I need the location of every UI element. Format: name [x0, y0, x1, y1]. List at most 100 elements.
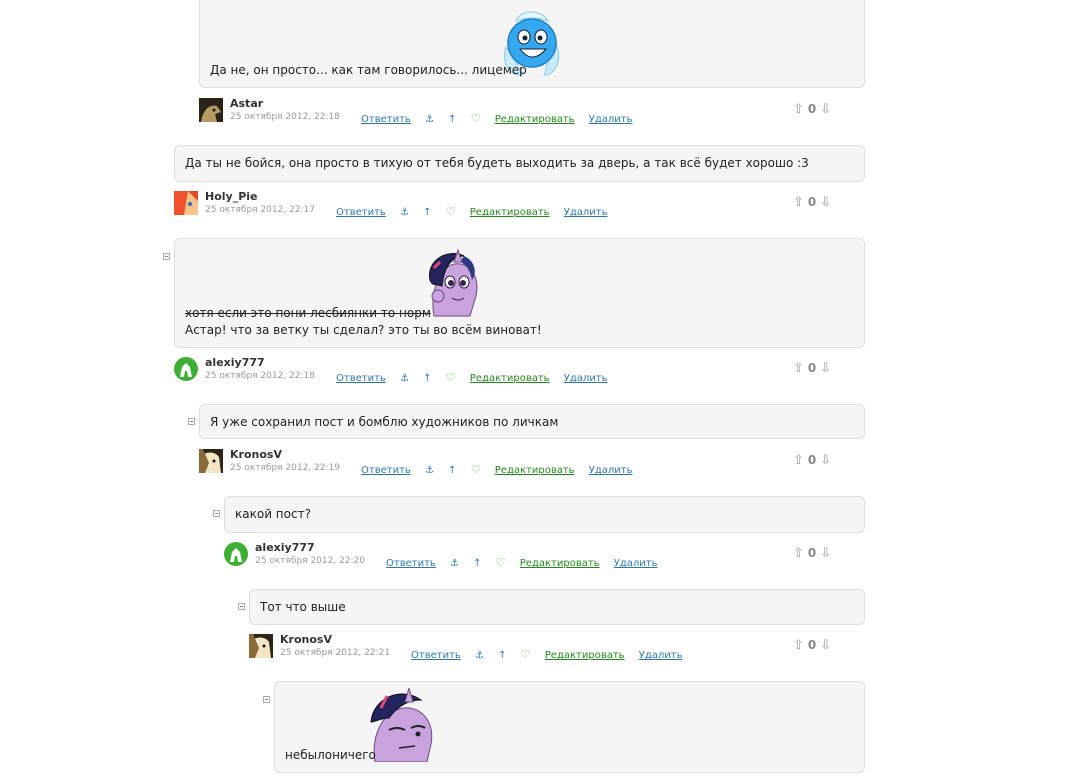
comment-actions: Ответить ⚓ ↑ ♡ Редактировать Удалить: [386, 556, 669, 569]
comment-meta: KronosV 25 октября 2012, 22:19 Ответить …: [199, 448, 865, 479]
favorite-heart-icon[interactable]: ♡: [496, 556, 506, 569]
comment-text: Я уже сохранил пост и бомблю художников …: [210, 415, 559, 429]
anchor-icon[interactable]: ⚓: [400, 373, 409, 384]
author-name[interactable]: alexiy777: [255, 541, 315, 554]
vote-count: 0: [807, 453, 817, 467]
comment-text: Тот что выше: [260, 600, 346, 614]
collapse-thread-toggle[interactable]: [163, 253, 170, 260]
anchor-icon[interactable]: ⚓: [400, 207, 409, 218]
vote-control: ⇧ 0 ⇩: [793, 638, 831, 653]
vote-up-icon[interactable]: ⇧: [793, 453, 804, 468]
twilight-sparkle-face-image: [370, 688, 433, 762]
collapse-thread-toggle[interactable]: [213, 510, 220, 517]
parent-arrow-icon[interactable]: ↑: [448, 465, 456, 476]
parent-arrow-icon[interactable]: ↑: [423, 373, 431, 384]
vote-up-icon[interactable]: ⇧: [793, 638, 804, 653]
comment-text-struck: хотя если это пони лесбиянки то норм: [185, 306, 431, 320]
comment-body: небылоничего: [274, 681, 865, 773]
comment-date: 25 октября 2012, 22:19: [230, 463, 341, 473]
vote-up-icon[interactable]: ⇧: [793, 361, 804, 376]
parent-arrow-icon[interactable]: ↑: [448, 114, 456, 125]
anchor-icon[interactable]: ⚓: [450, 558, 459, 569]
author-name[interactable]: Astar: [230, 97, 263, 110]
comment-text: небылоничего: [285, 748, 376, 762]
avatar: [199, 98, 223, 122]
author-name[interactable]: KronosV: [230, 448, 282, 461]
delete-link[interactable]: Удалить: [564, 207, 608, 218]
comment-actions: Ответить ⚓ ↑ ♡ Редактировать Удалить: [336, 205, 619, 218]
comment-body: хотя если это пони лесбиянки то норм Аст…: [174, 238, 865, 348]
comment-actions: Ответить ⚓ ↑ ♡ Редактировать Удалить: [411, 648, 694, 661]
avatar: [174, 191, 198, 215]
vote-control: ⇧ 0 ⇩: [793, 546, 831, 561]
favorite-heart-icon[interactable]: ♡: [471, 112, 481, 125]
comment-meta: KronosV 25 октября 2012, 22:21 Ответить …: [249, 633, 865, 664]
comment-meta: alexiy777 25 октября 2012, 22:20 Ответит…: [224, 541, 865, 572]
comment-text: Астар! что за ветку ты сделал? это ты во…: [185, 323, 542, 337]
anchor-icon[interactable]: ⚓: [425, 114, 434, 125]
reply-link[interactable]: Ответить: [336, 207, 386, 218]
comment-date: 25 октября 2012, 22:18: [230, 112, 341, 122]
vote-down-icon[interactable]: ⇩: [820, 102, 831, 117]
anchor-icon[interactable]: ⚓: [425, 465, 434, 476]
favorite-heart-icon[interactable]: ♡: [521, 648, 531, 661]
favorite-heart-icon[interactable]: ♡: [471, 463, 481, 476]
comment-text: какой пост?: [235, 507, 311, 521]
vote-count: 0: [807, 195, 817, 209]
edit-link[interactable]: Редактировать: [495, 114, 575, 125]
avatar: [174, 357, 198, 381]
vote-count: 0: [807, 546, 817, 560]
parent-arrow-icon[interactable]: ↑: [423, 207, 431, 218]
vote-down-icon[interactable]: ⇩: [820, 638, 831, 653]
reply-link[interactable]: Ответить: [361, 114, 411, 125]
avatar: [249, 634, 273, 658]
collapse-thread-toggle[interactable]: [238, 603, 245, 610]
comment-meta: Astar 25 октября 2012, 22:18 Ответить ⚓ …: [199, 97, 865, 128]
anchor-icon[interactable]: ⚓: [475, 650, 484, 661]
favorite-heart-icon[interactable]: ♡: [446, 205, 456, 218]
reply-link[interactable]: Ответить: [361, 465, 411, 476]
vote-up-icon[interactable]: ⇧: [793, 546, 804, 561]
edit-link[interactable]: Редактировать: [520, 558, 600, 569]
delete-link[interactable]: Удалить: [614, 558, 658, 569]
comment-body: какой пост?: [224, 496, 865, 533]
comment-body: Тот что выше: [249, 589, 865, 625]
author-name[interactable]: Holy_Pie: [205, 190, 258, 203]
parent-arrow-icon[interactable]: ↑: [473, 558, 481, 569]
edit-link[interactable]: Редактировать: [470, 373, 550, 384]
comment-actions: Ответить ⚓ ↑ ♡ Редактировать Удалить: [336, 371, 619, 384]
reply-link[interactable]: Ответить: [386, 558, 436, 569]
author-name[interactable]: KronosV: [280, 633, 332, 646]
vote-up-icon[interactable]: ⇧: [793, 195, 804, 210]
vote-down-icon[interactable]: ⇩: [820, 453, 831, 468]
vote-count: 0: [807, 361, 817, 375]
edit-link[interactable]: Редактировать: [495, 465, 575, 476]
vote-count: 0: [807, 102, 817, 116]
avatar: [199, 449, 223, 473]
collapse-thread-toggle[interactable]: [263, 696, 270, 703]
comment-date: 25 октября 2012, 22:17: [205, 205, 316, 215]
vote-up-icon[interactable]: ⇧: [793, 102, 804, 117]
reply-link[interactable]: Ответить: [336, 373, 386, 384]
vote-down-icon[interactable]: ⇩: [820, 195, 831, 210]
comment-date: 25 октября 2012, 22:20: [255, 556, 366, 566]
delete-link[interactable]: Удалить: [639, 650, 683, 661]
parent-arrow-icon[interactable]: ↑: [498, 650, 506, 661]
comment-text: Да ты не бойся, она просто в тихую от те…: [185, 156, 809, 170]
delete-link[interactable]: Удалить: [589, 114, 633, 125]
comment-actions: Ответить ⚓ ↑ ♡ Редактировать Удалить: [361, 112, 644, 125]
vote-down-icon[interactable]: ⇩: [820, 546, 831, 561]
reply-link[interactable]: Ответить: [411, 650, 461, 661]
vote-down-icon[interactable]: ⇩: [820, 361, 831, 376]
favorite-heart-icon[interactable]: ♡: [446, 371, 456, 384]
vote-control: ⇧ 0 ⇩: [793, 195, 831, 210]
delete-link[interactable]: Удалить: [564, 373, 608, 384]
comment-meta: alexiy777 25 октября 2012, 22:18 Ответит…: [174, 356, 865, 387]
edit-link[interactable]: Редактировать: [545, 650, 625, 661]
comment-body: Да не, он просто... как там говорилось..…: [199, 0, 865, 88]
avatar: [224, 542, 248, 566]
edit-link[interactable]: Редактировать: [470, 207, 550, 218]
author-name[interactable]: alexiy777: [205, 356, 265, 369]
collapse-thread-toggle[interactable]: [188, 418, 195, 425]
delete-link[interactable]: Удалить: [589, 465, 633, 476]
